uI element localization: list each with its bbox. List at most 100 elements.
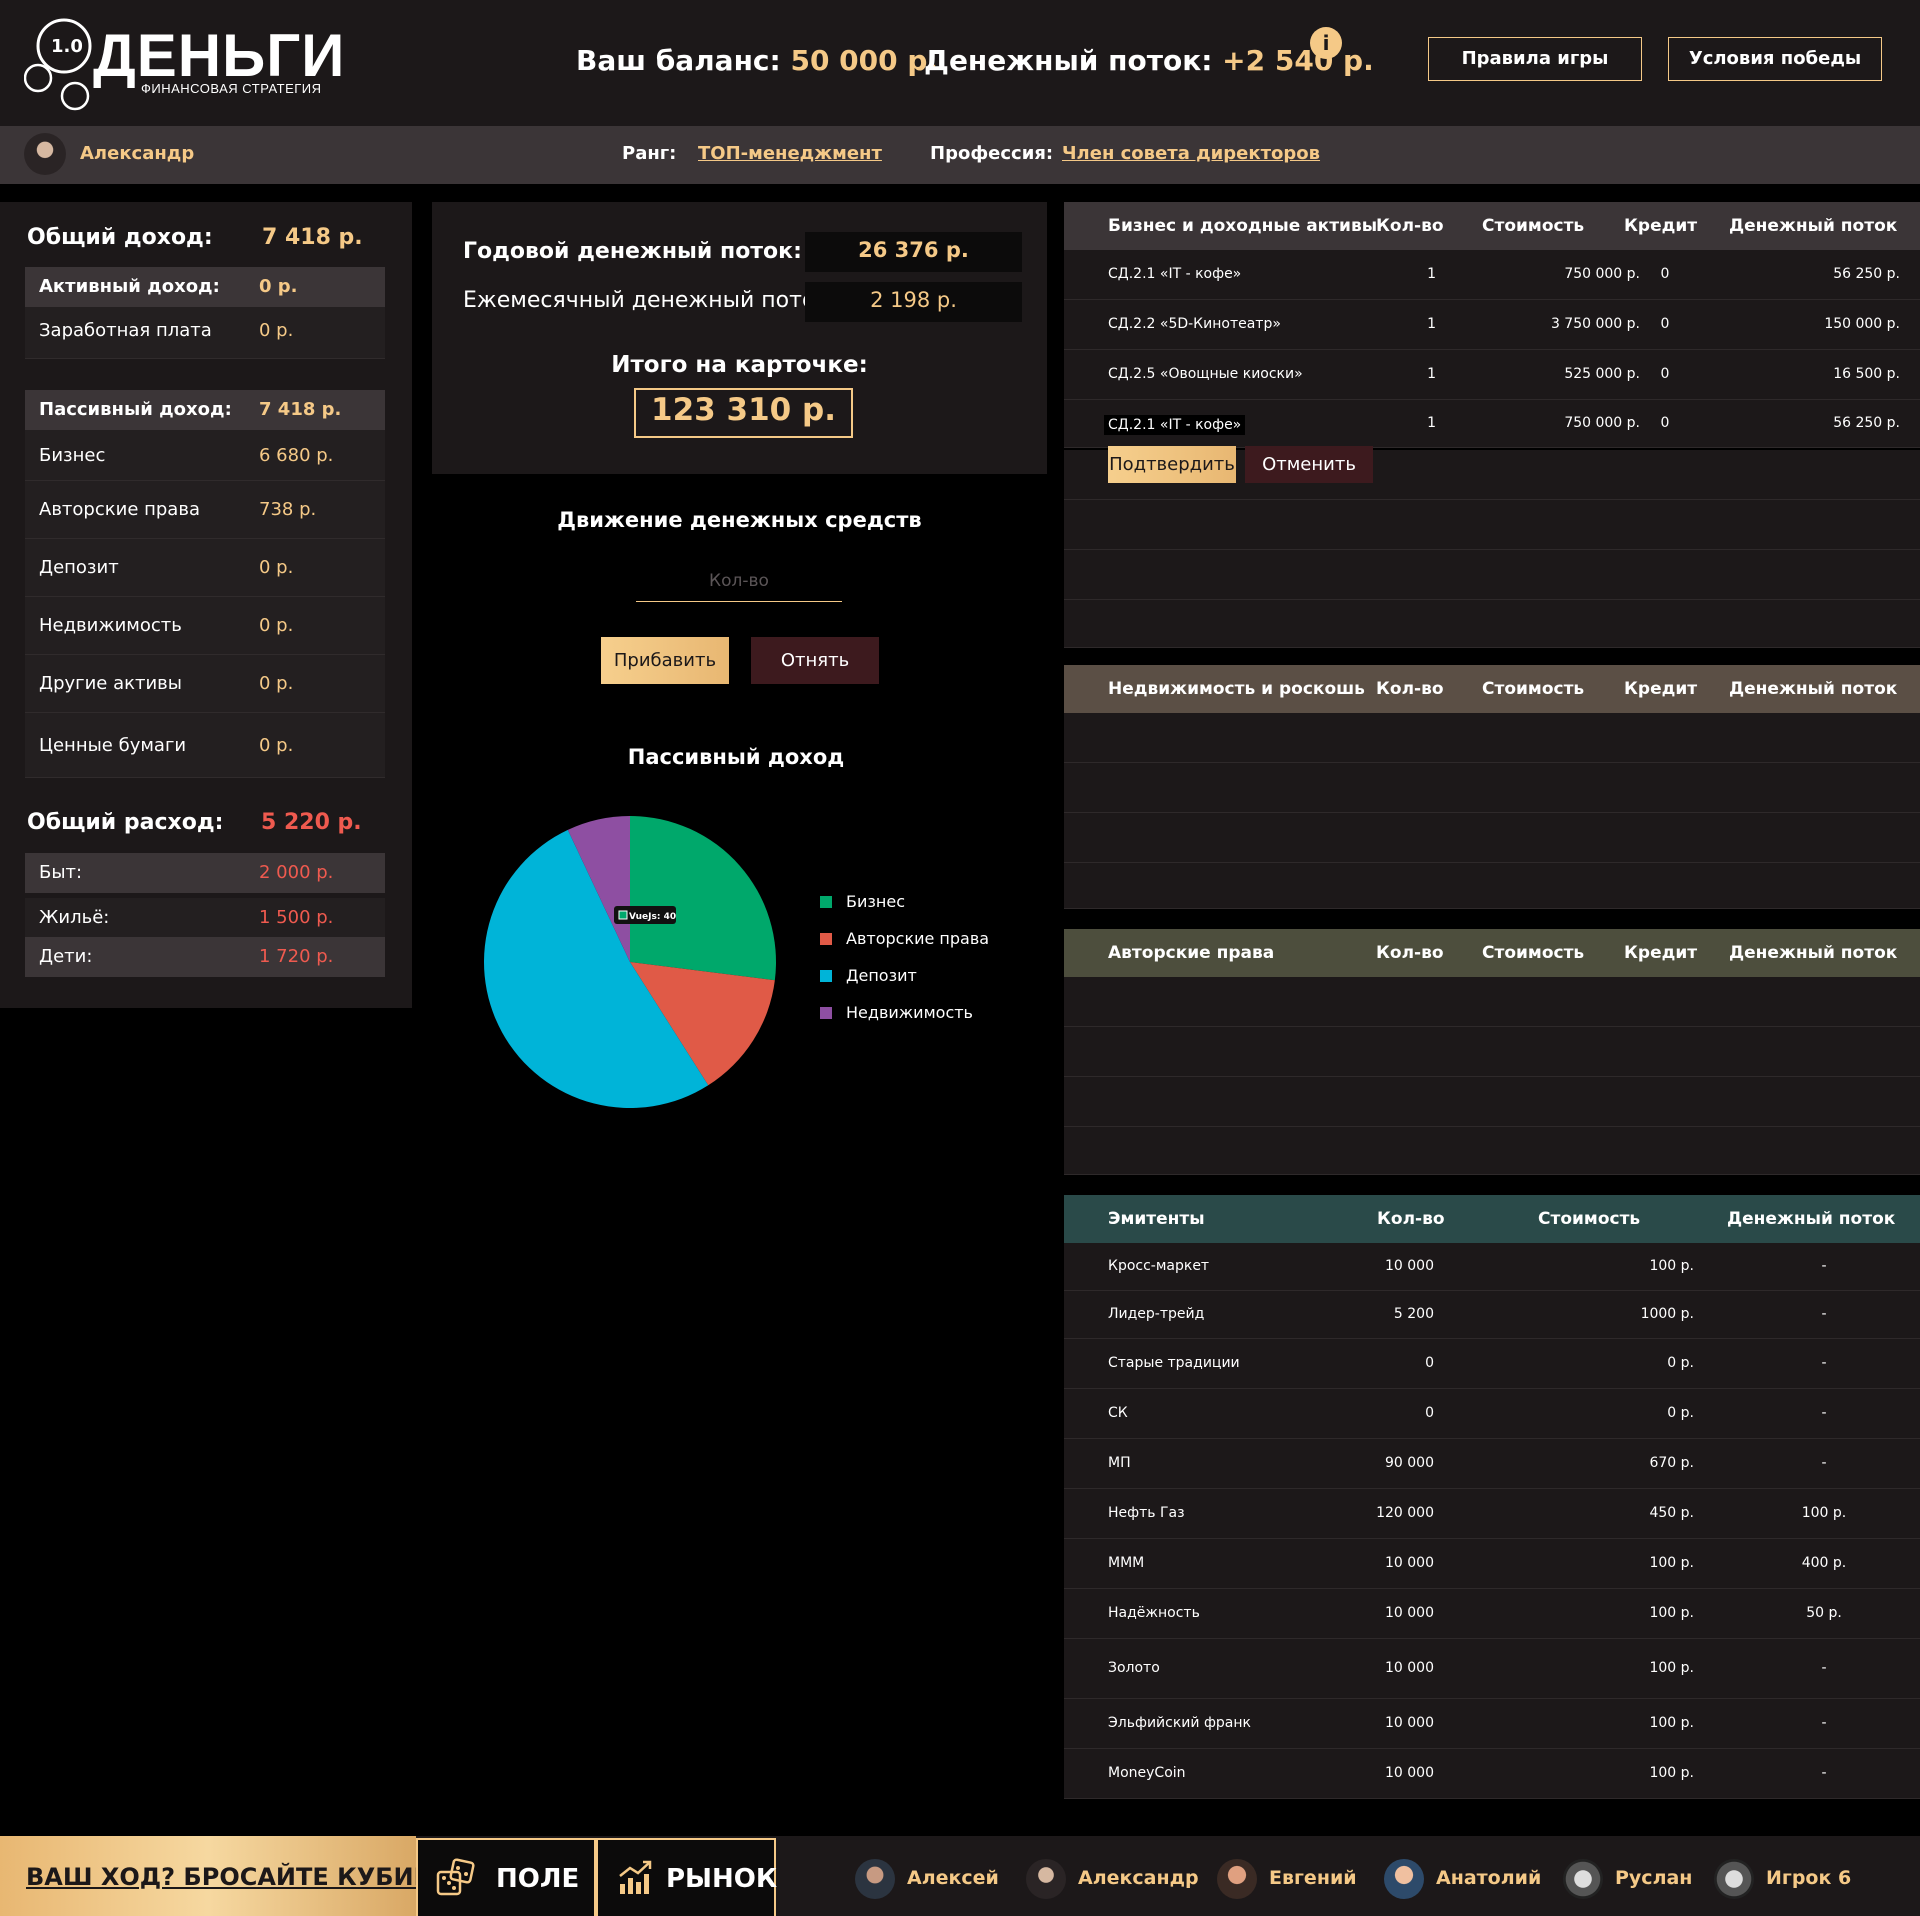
table-header: Бизнес и доходные активы Кол-во Стоимость К… xyxy=(1064,202,1920,250)
rank-link[interactable]: ТОП-менеджмент xyxy=(698,143,882,164)
table-cell-flow: - xyxy=(1821,1455,1827,1471)
table-cell-qty: 1 xyxy=(1427,366,1436,382)
table-row[interactable]: Лидер-трейд 5 200 1000 р. - xyxy=(1064,1291,1920,1339)
table-row[interactable]: Золото 10 000 100 р. - xyxy=(1064,1639,1920,1699)
income-row: Депозит 0 р. xyxy=(25,539,385,597)
cash-movement-title: Движение денежных средств xyxy=(557,508,922,532)
legend-label: Депозит xyxy=(846,966,917,985)
legend-swatch xyxy=(820,933,832,945)
table-cell-flow: 400 р. xyxy=(1801,1555,1847,1571)
dice-icon xyxy=(436,1858,475,1896)
table-cell-qty: 10 000 xyxy=(1385,1605,1434,1621)
table-row[interactable]: СД.2.5 «Овощные киоски» 1 525 000 р. 0 16 50… xyxy=(1064,350,1920,400)
income-row-label: Депозит xyxy=(39,557,119,578)
quantity-input[interactable] xyxy=(636,560,842,602)
market-button[interactable]: РЫНОК xyxy=(596,1838,777,1916)
active-income-header: Активный доход: 0 р. xyxy=(25,267,385,307)
income-row-value: 0 р. xyxy=(259,735,294,756)
player-avatar xyxy=(1714,1859,1754,1899)
emitters-table: Эмитенты Кол-во Стоимость Денежный поток Кро… xyxy=(1064,1195,1920,1800)
subtract-button[interactable]: Отнять xyxy=(751,637,879,684)
table-cell-name: Нефть Газ xyxy=(1108,1505,1185,1521)
legend-swatch xyxy=(820,896,832,908)
expense-row-label: Быт: xyxy=(39,862,83,883)
player-name: Евгений xyxy=(1269,1867,1357,1889)
expense-row: Дети: 1 720 р. xyxy=(25,937,385,977)
table-cell-flow: 16 500 р. xyxy=(1833,366,1900,382)
avatar xyxy=(24,133,66,175)
table-row[interactable]: СК 0 0 р. - xyxy=(1064,1389,1920,1439)
table-cell-flow: - xyxy=(1821,1715,1827,1731)
yearly-flow-value: 26 376 р. xyxy=(858,238,969,262)
table-header: Недвижимость и роскошь Кол-во Стоимость Кре… xyxy=(1064,665,1920,713)
legend-item: Депозит xyxy=(820,966,1020,988)
column-header: Кредит xyxy=(1624,943,1698,963)
table-row[interactable]: Старые традиции 0 0 р. - xyxy=(1064,1339,1920,1389)
column-header: Кол-во xyxy=(1377,1209,1445,1229)
table-cell-name: МММ xyxy=(1108,1555,1145,1571)
total-income-label: Общий доход: xyxy=(27,225,213,250)
table-cell-flow: 50 р. xyxy=(1806,1605,1842,1621)
table-row[interactable]: СД.2.1 «IT - кофе» 1 750 000 р. 0 56 250 р. xyxy=(1064,250,1920,300)
table-cell-flow: 150 000 р. xyxy=(1824,316,1900,332)
monthly-flow-label: Ежемесячный денежный поток: xyxy=(463,288,837,313)
table-row[interactable]: СД.2.2 «5D-Кинотеатр» 1 3 750 000 р. 0 150 0… xyxy=(1064,300,1920,350)
table-cell-name: Золото xyxy=(1108,1660,1160,1676)
field-button[interactable]: ПОЛЕ xyxy=(416,1838,596,1916)
income-row-label: Ценные бумаги xyxy=(39,735,187,756)
income-row-label: Недвижимость xyxy=(39,615,182,636)
expense-row-value: 2 000 р. xyxy=(259,862,334,883)
table-cell-flow: - xyxy=(1821,1660,1827,1676)
add-button[interactable]: Прибавить xyxy=(601,637,729,684)
roll-dice-label[interactable]: ВАШ ХОД? БРОСАЙТЕ КУБИКИ! xyxy=(26,1863,464,1891)
logo-title: ДЕНЬГИ xyxy=(93,22,346,89)
business-table: Бизнес и доходные активы Кол-во Стоимость К… xyxy=(1064,202,1920,648)
logo-circles-icon xyxy=(24,18,92,111)
info-icon[interactable]: i xyxy=(1310,27,1342,59)
table-row[interactable]: МП 90 000 670 р. - xyxy=(1064,1439,1920,1489)
rules-button[interactable]: Правила игры xyxy=(1428,37,1642,81)
table-row[interactable]: Эльфийский франк 10 000 100 р. - xyxy=(1064,1699,1920,1749)
pie-slice-0[interactable] xyxy=(630,816,776,981)
table-cell-name: Старые традиции xyxy=(1108,1355,1240,1371)
realty-table: Недвижимость и роскошь Кол-во Стоимость Кре… xyxy=(1064,665,1920,909)
table-cell-qty: 5 200 xyxy=(1393,1306,1434,1322)
table-cell-qty: 0 xyxy=(1425,1355,1434,1371)
card-total-label: Итого на карточке: xyxy=(611,352,868,378)
expense-row-value: 1 720 р. xyxy=(259,946,334,967)
income-row-label: Другие активы xyxy=(39,673,182,694)
win-conditions-button[interactable]: Условия победы xyxy=(1668,37,1882,81)
column-header: Денежный поток xyxy=(1727,1209,1896,1229)
chart-title: Пассивный доход xyxy=(627,745,845,769)
cancel-button[interactable]: Отменить xyxy=(1245,446,1373,483)
table-cell-qty: 1 xyxy=(1427,316,1436,332)
profession-link[interactable]: Член совета директоров xyxy=(1062,143,1320,164)
column-header: Денежный поток xyxy=(1729,216,1898,236)
player-avatar xyxy=(1563,1859,1603,1899)
balance: Ваш баланс: 50 000 р. xyxy=(576,44,938,77)
table-cell-cost: 670 р. xyxy=(1649,1455,1694,1471)
yearly-flow-label: Годовой денежный поток: xyxy=(463,239,802,264)
confirm-button[interactable]: Подтвердить xyxy=(1108,446,1236,483)
table-cell-cost: 100 р. xyxy=(1649,1258,1694,1274)
table-cell-cost: 100 р. xyxy=(1649,1765,1694,1781)
income-row-value: 738 р. xyxy=(259,499,317,520)
table-cell-qty: 10 000 xyxy=(1385,1765,1434,1781)
legend-swatch xyxy=(820,1007,832,1019)
table-row[interactable]: Нефть Газ 120 000 450 р. 100 р. xyxy=(1064,1489,1920,1539)
table-row[interactable]: Надёжность 10 000 100 р. 50 р. xyxy=(1064,1589,1920,1639)
table-row[interactable]: СД.2.1 «IT - кофе» 1 750 000 р. 0 56 250 р. xyxy=(1064,400,1920,448)
player-avatar xyxy=(855,1859,895,1899)
table-row[interactable]: Кросс-маркет 10 000 100 р. - xyxy=(1064,1243,1920,1291)
column-header: Стоимость xyxy=(1538,1209,1641,1229)
table-row[interactable]: MoneyCoin 10 000 100 р. - xyxy=(1064,1749,1920,1799)
passive-income-label: Пассивный доход: xyxy=(39,399,232,420)
table-cell-cost: 750 000 р. xyxy=(1564,266,1640,282)
income-row: Авторские права 738 р. xyxy=(25,481,385,539)
table-row xyxy=(1064,550,1920,600)
table-cell-name: MoneyCoin xyxy=(1108,1765,1186,1781)
column-header: Кол-во xyxy=(1376,943,1444,963)
income-row-label: Бизнес xyxy=(39,445,106,466)
income-row: Ценные бумаги 0 р. xyxy=(25,713,385,778)
table-row[interactable]: МММ 10 000 100 р. 400 р. xyxy=(1064,1539,1920,1589)
